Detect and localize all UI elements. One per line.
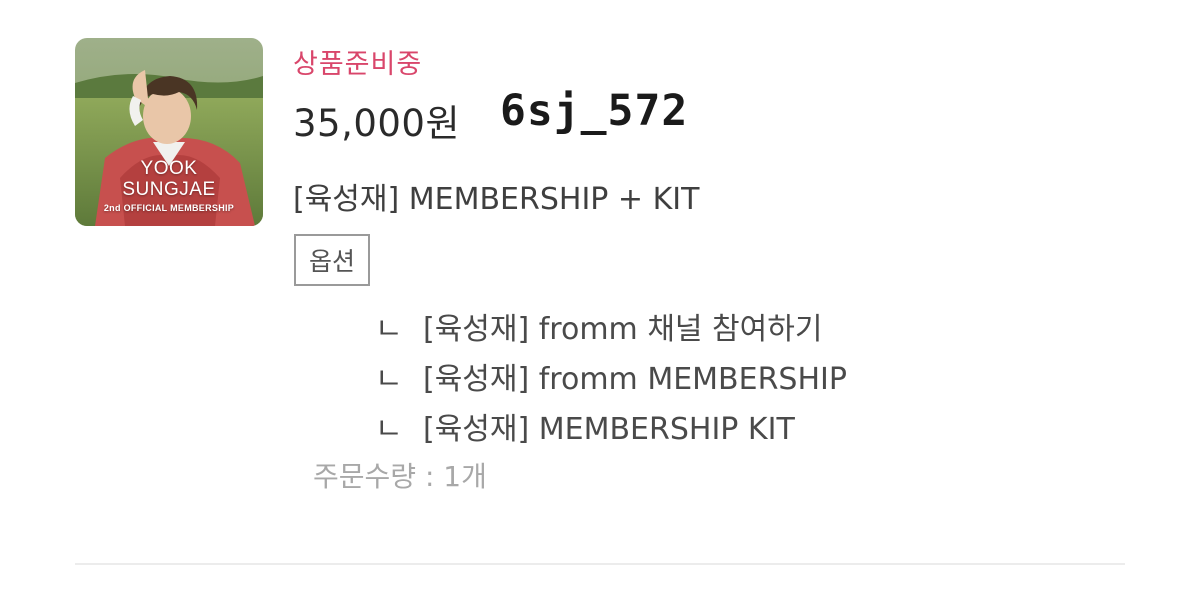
product-thumbnail[interactable]: YOOK SUNGJAE 2nd OFFICIAL MEMBERSHIP (75, 38, 263, 226)
order-quantity: 주문수량 : 1개 (313, 460, 487, 493)
option-label: [육성재] MEMBERSHIP KIT (423, 412, 795, 447)
option-label: [육성재] fromm MEMBERSHIP (423, 362, 847, 397)
handwritten-handle: 6sj_572 (500, 86, 689, 136)
thumbnail-brand-line3: 2nd OFFICIAL MEMBERSHIP (103, 203, 235, 213)
order-status: 상품준비중 (293, 49, 423, 80)
thumbnail-brand-line1: YOOK (140, 158, 198, 179)
product-name[interactable]: [육성재] MEMBERSHIP + KIT (293, 174, 699, 218)
sub-option-marker: ㄴ (375, 412, 403, 447)
option-item: ㄴ [육성재] MEMBERSHIP KIT (375, 404, 795, 448)
option-item: ㄴ [육성재] fromm MEMBERSHIP (375, 354, 847, 398)
section-divider (75, 563, 1125, 565)
sub-option-marker: ㄴ (375, 362, 403, 397)
option-badge: 옵션 (294, 234, 370, 286)
product-price: 35,000원 (293, 102, 461, 145)
thumbnail-brand-line2: SUNGJAE (122, 179, 216, 200)
option-item: ㄴ [육성재] fromm 채널 참여하기 (375, 304, 822, 348)
option-label: [육성재] fromm 채널 참여하기 (423, 312, 823, 347)
sub-option-marker: ㄴ (375, 312, 403, 347)
